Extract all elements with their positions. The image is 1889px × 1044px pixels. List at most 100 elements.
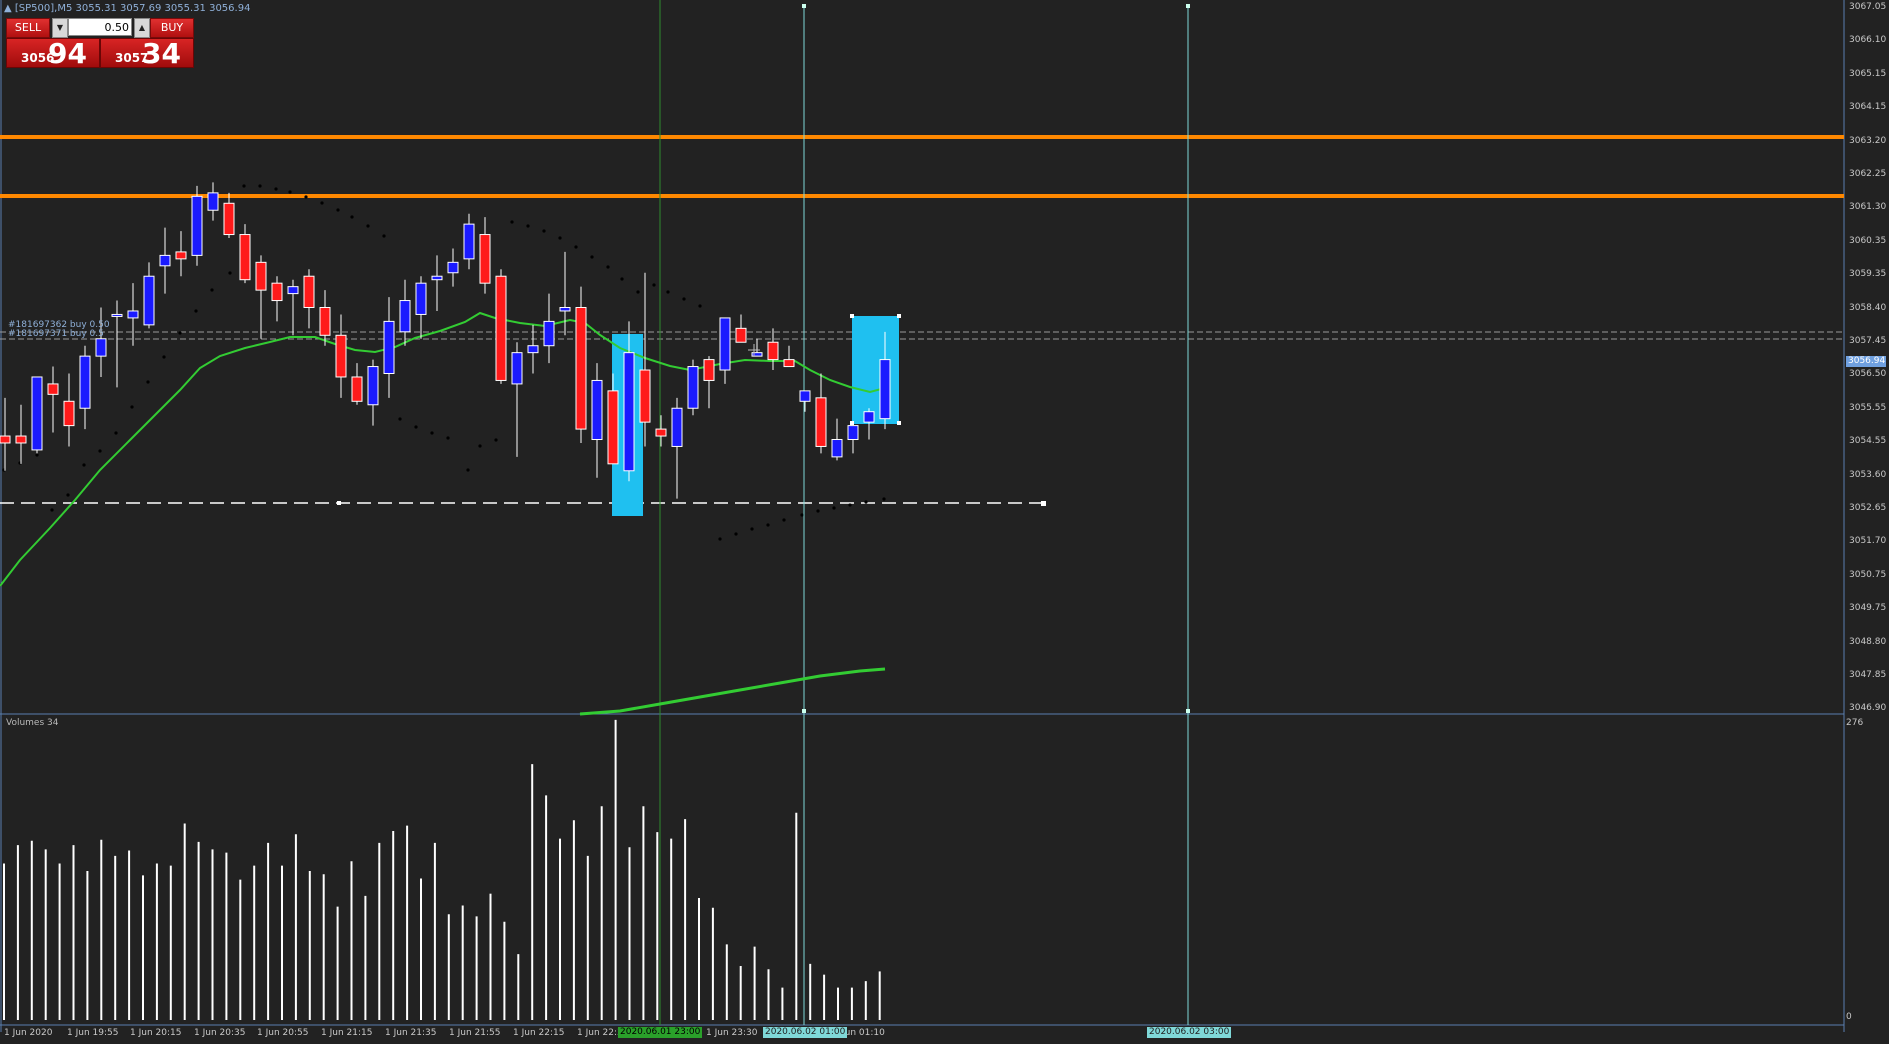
candle-bear[interactable] xyxy=(0,435,11,444)
sell-price-button[interactable]: 3056 94 xyxy=(6,37,100,70)
price-tick: 3048.80 xyxy=(1849,636,1887,647)
candle-bear[interactable] xyxy=(735,327,747,343)
trend-line-anchor[interactable] xyxy=(337,501,341,505)
sar-dot xyxy=(816,509,820,513)
sar-dot xyxy=(782,518,786,522)
time-tick: 1 Jun 20:55 xyxy=(257,1028,309,1038)
candle-bull[interactable] xyxy=(527,345,539,354)
candle-bear[interactable] xyxy=(239,234,251,281)
candle-bear[interactable] xyxy=(655,428,667,437)
candle-bull[interactable] xyxy=(719,317,731,371)
lot-size-input[interactable]: 0.50 xyxy=(68,18,132,36)
chart-canvas[interactable] xyxy=(0,0,1889,1044)
price-tick: 3066.10 xyxy=(1849,35,1887,46)
candle-bear[interactable] xyxy=(271,282,283,302)
candle-bull[interactable] xyxy=(623,352,635,472)
candle-bull[interactable] xyxy=(799,390,811,402)
lot-increase-button[interactable]: ▲ xyxy=(134,18,150,38)
candle-bear[interactable] xyxy=(703,359,715,381)
vline-anchor[interactable] xyxy=(802,709,806,713)
moving-average-slow[interactable] xyxy=(579,667,886,716)
candle-bull[interactable] xyxy=(847,425,859,441)
candle-bull[interactable] xyxy=(671,407,683,447)
candle-bull[interactable] xyxy=(415,282,427,315)
candle-bear[interactable] xyxy=(175,251,187,260)
rect-anchor[interactable] xyxy=(897,314,901,318)
candle-bear[interactable] xyxy=(479,234,491,284)
lot-decrease-button[interactable]: ▼ xyxy=(52,18,68,38)
price-tick: 3049.75 xyxy=(1849,603,1887,614)
candle-bull[interactable] xyxy=(399,300,411,333)
price-tick: 3061.30 xyxy=(1849,202,1887,213)
candle-bear[interactable] xyxy=(639,369,651,423)
candle-bull[interactable] xyxy=(383,320,395,375)
candle-bull[interactable] xyxy=(127,310,139,319)
candle-bear[interactable] xyxy=(63,400,75,427)
volumes-indicator-title: Volumes 34 xyxy=(6,718,59,728)
sar-dot xyxy=(414,425,418,429)
candle-bull[interactable] xyxy=(95,338,107,357)
candle-bull[interactable] xyxy=(559,306,571,312)
candle-bull[interactable] xyxy=(831,439,843,458)
candle-bull[interactable] xyxy=(591,379,603,441)
candle-bull[interactable] xyxy=(367,366,379,406)
candle-bull[interactable] xyxy=(463,223,475,260)
candle-bear[interactable] xyxy=(351,376,363,402)
candle-bull[interactable] xyxy=(287,286,299,295)
highlight-rect-2[interactable] xyxy=(852,316,899,424)
candle-bear[interactable] xyxy=(303,275,315,308)
candle-bear[interactable] xyxy=(607,390,619,465)
candle-bull[interactable] xyxy=(447,261,459,274)
price-tick: 3047.85 xyxy=(1849,670,1887,680)
candle-bear[interactable] xyxy=(255,261,267,291)
sar-dot xyxy=(304,195,308,199)
time-tick: 1 Jun 21:55 xyxy=(449,1028,501,1038)
sell-button[interactable]: SELL xyxy=(6,18,50,38)
candle-bull[interactable] xyxy=(863,411,875,423)
candle-bear[interactable] xyxy=(767,341,779,361)
candle-bear[interactable] xyxy=(495,275,507,381)
chart-window[interactable]: ▲ [SP500],M5 3055.31 3057.69 3055.31 305… xyxy=(0,0,1889,1044)
candle-bull[interactable] xyxy=(79,355,91,409)
candle-bull[interactable] xyxy=(879,359,891,420)
rect-anchor[interactable] xyxy=(850,314,854,318)
vline-anchor[interactable] xyxy=(1186,4,1190,8)
candle-bull[interactable] xyxy=(543,320,555,347)
price-tick: 3064.15 xyxy=(1849,102,1887,113)
candle-bear[interactable] xyxy=(335,334,347,378)
candle-bull[interactable] xyxy=(207,192,219,211)
candle-bear[interactable] xyxy=(575,306,587,430)
buy-button[interactable]: BUY xyxy=(150,18,194,38)
vline-anchor[interactable] xyxy=(802,4,806,8)
buy-price-button[interactable]: 3057 34 xyxy=(100,37,194,70)
order-label[interactable]: #181697371 buy 0.5 xyxy=(8,329,104,339)
candle-bear[interactable] xyxy=(223,202,235,236)
candle-bear[interactable] xyxy=(319,306,331,336)
price-tick: 3057.45 xyxy=(1849,336,1887,346)
candlesticks[interactable] xyxy=(0,182,891,499)
rect-anchor[interactable] xyxy=(850,421,854,425)
candle-bull[interactable] xyxy=(159,254,171,267)
candle-bull[interactable] xyxy=(511,352,523,385)
vline-anchor[interactable] xyxy=(1186,709,1190,713)
sar-dot xyxy=(864,500,868,504)
candle-bull[interactable] xyxy=(31,376,43,451)
sar-dot xyxy=(466,468,470,472)
candle-bear[interactable] xyxy=(815,397,827,447)
candle-bull[interactable] xyxy=(143,275,155,326)
candle-bull[interactable] xyxy=(687,366,699,409)
sar-dot xyxy=(734,532,738,536)
time-tick: 1 Jun 20:15 xyxy=(130,1028,182,1038)
candle-bull[interactable] xyxy=(111,313,123,317)
candle-bull[interactable] xyxy=(191,195,203,256)
trend-line-anchor[interactable] xyxy=(1041,501,1046,506)
time-marker-2: 2020.06.02 01:00 xyxy=(763,1027,848,1038)
candle-bull[interactable] xyxy=(431,275,443,281)
rect-anchor[interactable] xyxy=(897,421,901,425)
sar-dot xyxy=(350,215,354,219)
candle-bear[interactable] xyxy=(47,383,59,395)
candle-bear[interactable] xyxy=(15,435,27,444)
sar-dot xyxy=(398,417,402,421)
candle-bear[interactable] xyxy=(783,359,795,368)
volume-axis-min: 0 xyxy=(1846,1012,1852,1022)
